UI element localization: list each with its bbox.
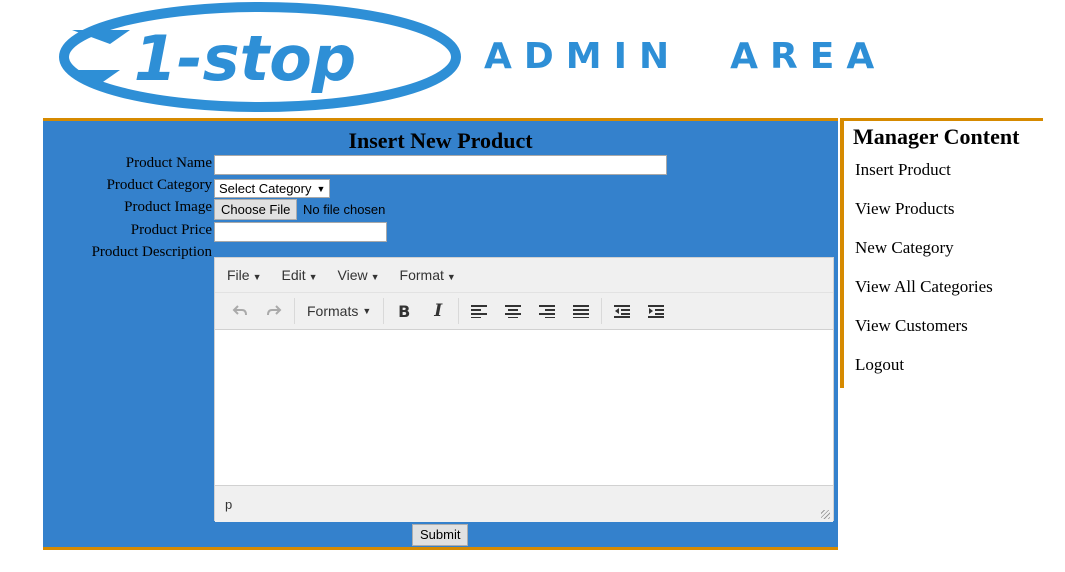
sidebar-link-view-all-categories[interactable]: View All Categories [855,277,993,297]
justify-button[interactable] [564,297,598,325]
menu-file[interactable]: File ▼ [227,267,261,283]
undo-button[interactable] [223,297,257,325]
choose-file-button[interactable]: Choose File [214,199,298,220]
product-category-label: Product Category [106,177,212,193]
toolbar-divider [294,298,295,324]
chevron-down-icon: ▼ [316,183,326,194]
redo-button[interactable] [257,297,291,325]
product-image-label: Product Image [124,199,212,215]
editor-content-area[interactable] [215,330,833,485]
indent-icon [648,305,665,318]
sidebar-link-view-products[interactable]: View Products [855,199,955,219]
bold-button[interactable]: B [387,297,421,325]
align-center-button[interactable] [496,297,530,325]
product-name-label: Product Name [125,155,212,171]
toolbar-divider [383,298,385,324]
manager-sidebar: Manager Content Insert Product View Prod… [840,118,1043,388]
product-name-input[interactable] [214,155,667,175]
description-editor: File ▼ Edit ▼ View ▼ Format ▼ Formats ▼ B I [214,257,834,522]
submit-button[interactable]: Submit [412,524,469,546]
product-description-label: Product Description [91,244,212,260]
menu-view[interactable]: View ▼ [338,267,380,283]
redo-icon [267,305,282,316]
site-logo: 1-stop ADMIN AREA [59,2,886,112]
caret-down-icon: ▼ [362,306,372,316]
align-left-icon [471,305,488,318]
product-category-value: Select Category [219,181,312,196]
indent-button[interactable] [639,297,673,325]
header-banner: 1-stop ADMIN AREA [0,0,1065,118]
caret-down-icon: ▼ [308,272,318,282]
editor-statusbar: p [215,485,833,522]
align-left-button[interactable] [462,297,496,325]
admin-area-heading: ADMIN AREA [484,36,886,77]
resize-handle-icon[interactable] [821,510,830,519]
align-center-icon [505,305,522,318]
align-right-icon [539,305,556,318]
editor-menubar: File ▼ Edit ▼ View ▼ Format ▼ [215,258,833,293]
product-category-select[interactable]: Select Category ▼ [214,179,331,198]
product-price-label: Product Price [130,222,212,238]
italic-icon: I [434,301,443,321]
menu-edit[interactable]: Edit ▼ [281,267,317,283]
file-status-text: No file chosen [303,202,386,217]
sidebar-link-logout[interactable]: Logout [855,355,904,375]
align-right-button[interactable] [530,297,564,325]
italic-button[interactable]: I [421,297,455,325]
toolbar-divider [458,298,460,324]
sidebar-title: Manager Content [853,124,1020,149]
element-path[interactable]: p [225,497,232,512]
sidebar-link-new-category[interactable]: New Category [855,238,954,258]
caret-down-icon: ▼ [252,272,262,282]
page-title: Insert New Product [348,128,533,153]
undo-icon [232,305,247,316]
logo-text: 1-stop [134,22,356,95]
sidebar-top-border [844,118,1043,121]
menu-format[interactable]: Format ▼ [400,267,456,283]
align-justify-icon [573,305,590,318]
outdent-icon [614,305,631,318]
insert-product-panel: Insert New Product Product Name Product … [43,118,838,550]
caret-down-icon: ▼ [370,272,380,282]
editor-toolbar: Formats ▼ B I [215,293,833,330]
bold-icon: B [398,301,411,321]
formats-dropdown[interactable]: Formats ▼ [298,297,380,325]
toolbar-divider [601,298,603,324]
sidebar-link-view-customers[interactable]: View Customers [855,316,968,336]
sidebar-link-insert-product[interactable]: Insert Product [855,160,951,180]
caret-down-icon: ▼ [446,272,456,282]
product-price-input[interactable] [214,222,387,242]
outdent-button[interactable] [605,297,639,325]
